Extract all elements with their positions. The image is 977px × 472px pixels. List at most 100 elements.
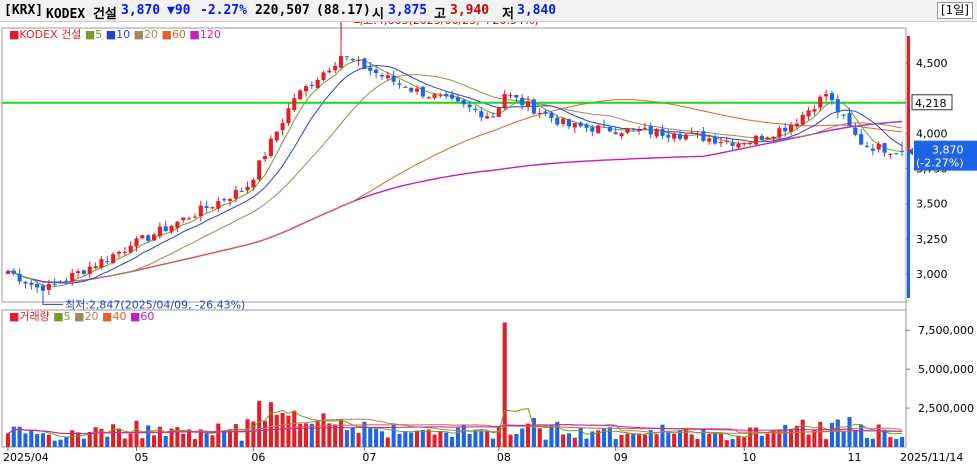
- volume-bar: [315, 420, 320, 447]
- candle-body: [526, 101, 531, 107]
- volume-bar: [473, 429, 478, 447]
- volume-bar: [414, 431, 420, 447]
- candle-body: [128, 245, 133, 253]
- volume-bar: [666, 432, 671, 447]
- volume-bar: [204, 433, 209, 447]
- volume-bar: [642, 434, 647, 447]
- timeframe-selector[interactable]: [1일]: [936, 2, 973, 19]
- volume-bar: [210, 435, 215, 447]
- candle-body: [455, 97, 460, 102]
- volume-bar: [765, 433, 770, 447]
- volume-bar: [391, 424, 396, 447]
- volume-bar: [122, 438, 127, 447]
- candle-body: [566, 119, 572, 127]
- candle-body: [198, 205, 203, 217]
- volume-bar: [730, 438, 735, 447]
- candle-body: [572, 123, 577, 128]
- candle-body: [122, 251, 127, 253]
- candle-body: [543, 111, 548, 114]
- volume-bar: [485, 431, 490, 447]
- candle-body: [338, 56, 344, 68]
- candle-body: [29, 282, 34, 285]
- open-label: 시: [372, 7, 384, 22]
- candle-body: [450, 94, 455, 99]
- volume-bar: [479, 430, 484, 447]
- volume-legend-ma-60: 60: [140, 310, 154, 323]
- volume-bar: [566, 433, 572, 447]
- volume-bar: [29, 429, 34, 447]
- volume-bar: [613, 439, 618, 447]
- candle-body: [607, 126, 612, 132]
- candle-body: [900, 150, 905, 152]
- candle-body: [537, 113, 542, 115]
- candle-body: [689, 132, 694, 134]
- volume-legend-ma-40: 40: [112, 310, 126, 323]
- candle-body: [40, 285, 46, 291]
- volume-bar: [853, 430, 858, 447]
- volume-ratio: (88.17): [316, 3, 371, 18]
- candle-body: [58, 282, 63, 284]
- candle-body: [800, 114, 805, 125]
- candle-body: [239, 190, 244, 192]
- volume-bar: [835, 419, 840, 447]
- candle-body: [677, 134, 683, 139]
- volume-bar: [350, 427, 355, 447]
- candle-body: [23, 281, 28, 284]
- candle-body: [17, 273, 22, 282]
- volume-bar: [111, 424, 116, 447]
- candle-body: [806, 110, 811, 117]
- legend-ma-5: 5: [95, 28, 102, 41]
- candle-body: [140, 235, 145, 239]
- volume-bar: [794, 425, 799, 447]
- candle-body: [309, 84, 314, 87]
- candle-body: [637, 129, 642, 131]
- legend-swatch: ■: [130, 28, 144, 41]
- ticker-name[interactable]: KODEX 건설: [46, 3, 117, 22]
- volume-bar: [695, 438, 700, 447]
- volume-bar: [894, 439, 899, 447]
- chart-svg[interactable]: 4,5004,2504,0003,7503,5003,2503,0004,218…: [0, 22, 977, 472]
- volume-bar: [134, 420, 139, 447]
- candle-body: [520, 97, 525, 106]
- volume-bar: [689, 434, 694, 447]
- volume-bar: [239, 440, 244, 447]
- price-ytick-label: 4,000: [916, 127, 948, 140]
- candle-body: [619, 133, 624, 137]
- candle-body: [736, 143, 741, 148]
- volume-legend: ■거래량 ■5 ■20 ■40 ■60: [9, 310, 154, 323]
- volume-bar: [847, 416, 852, 447]
- volume-bar: [537, 428, 542, 447]
- volume-bar: [672, 433, 677, 447]
- candle-body: [344, 56, 349, 58]
- candle-body: [683, 134, 688, 140]
- volume-bar: [81, 438, 86, 447]
- candle-body: [52, 283, 57, 285]
- candle-body: [584, 124, 589, 128]
- volume-bar: [52, 440, 57, 447]
- last-change-label: (-2.27%): [916, 157, 964, 170]
- candle-body: [169, 225, 174, 232]
- volume-bar: [637, 433, 642, 447]
- candle-body: [414, 88, 420, 92]
- volume-bar: [555, 421, 560, 447]
- candle-body: [818, 96, 823, 108]
- volume-bar: [444, 432, 449, 447]
- candle-body: [707, 138, 712, 142]
- volume-bar: [526, 423, 531, 447]
- candle-body: [432, 94, 437, 98]
- xtick-label-last: 2025/11/14: [900, 451, 963, 464]
- volume-ytick-label: 2,500,000: [918, 402, 974, 415]
- candle-body: [847, 113, 852, 126]
- candle-body: [298, 90, 303, 100]
- volume-bar: [192, 439, 197, 447]
- legend-swatch: ■: [71, 310, 85, 323]
- candle-body: [274, 131, 279, 141]
- candle-body: [233, 189, 238, 199]
- candle-body: [742, 143, 747, 145]
- volume-bar: [800, 419, 805, 447]
- candle-body: [368, 67, 373, 71]
- volume-bar: [438, 431, 443, 447]
- candle-body: [350, 58, 355, 61]
- candle-body: [420, 86, 425, 97]
- candle-body: [783, 127, 788, 132]
